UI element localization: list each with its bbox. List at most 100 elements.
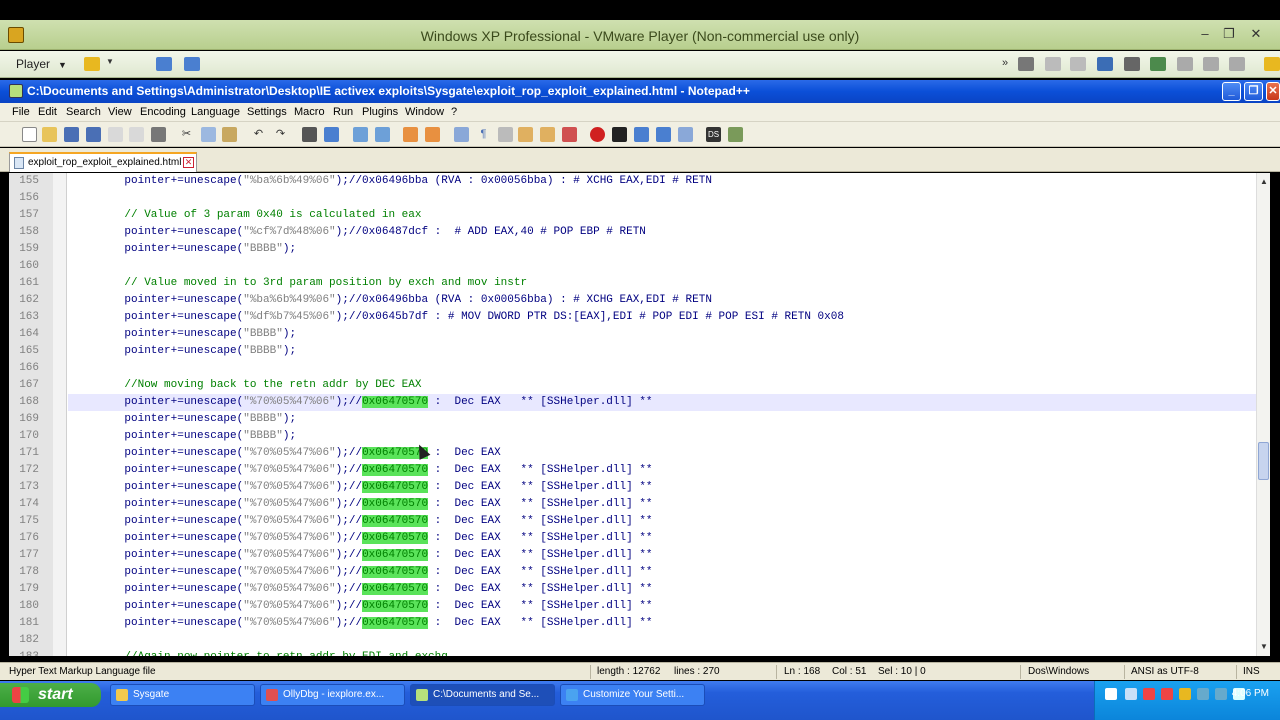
device-floppy-icon[interactable] xyxy=(1070,57,1086,71)
scrollbar-thumb[interactable] xyxy=(1258,442,1269,480)
menu-language[interactable]: Language xyxy=(191,106,240,118)
code-line[interactable]: 163 pointer+=unescape("%df%b7%45%06");//… xyxy=(19,309,1270,326)
code-area[interactable]: 155 pointer+=unescape("%ba%6b%49%06");//… xyxy=(19,173,1270,656)
device-cd-icon[interactable] xyxy=(1045,57,1061,71)
firewall-icon[interactable] xyxy=(1161,688,1173,700)
scroll-up-icon[interactable]: ▲ xyxy=(1257,175,1270,189)
save-all-icon[interactable] xyxy=(86,127,101,142)
code-line[interactable]: 183 //Again now pointer to retn addr by … xyxy=(19,649,1270,656)
menu-settings[interactable]: Settings xyxy=(247,106,287,118)
vm-maximize-icon[interactable]: ❐ xyxy=(1220,26,1238,42)
code-line[interactable]: 178 pointer+=unescape("%70%05%47%06");//… xyxy=(19,564,1270,581)
menu-view[interactable]: View xyxy=(108,106,132,118)
network-icon[interactable] xyxy=(1215,688,1227,700)
menu-plugins[interactable]: Plugins xyxy=(362,106,398,118)
print-icon[interactable] xyxy=(151,127,166,142)
code-line[interactable]: 162 pointer+=unescape("%ba%6b%49%06");//… xyxy=(19,292,1270,309)
indent-guide-icon[interactable] xyxy=(498,127,513,142)
code-line[interactable]: 156 xyxy=(19,190,1270,207)
plugin-icon[interactable] xyxy=(728,127,743,142)
paste-icon[interactable] xyxy=(222,127,237,142)
menu-help[interactable]: ? xyxy=(451,106,457,118)
code-line[interactable]: 176 pointer+=unescape("%70%05%47%06");//… xyxy=(19,530,1270,547)
tab-close-icon[interactable]: ✕ xyxy=(183,157,194,168)
taskbar-button[interactable]: C:\Documents and Se... xyxy=(410,684,555,706)
device-hdd-icon[interactable] xyxy=(1018,57,1034,71)
start-button[interactable]: start xyxy=(0,683,101,707)
record-macro-icon[interactable] xyxy=(590,127,605,142)
function-list-icon[interactable] xyxy=(562,127,577,142)
play-macro-icon[interactable] xyxy=(634,127,649,142)
close-button[interactable]: ✕ xyxy=(1266,82,1280,101)
cut-icon[interactable]: ✂ xyxy=(179,127,194,142)
code-line[interactable]: 167 //Now moving back to the retn addr b… xyxy=(19,377,1270,394)
pause-icon[interactable] xyxy=(84,57,100,71)
menu-file[interactable]: File xyxy=(12,106,30,118)
code-line[interactable]: 165 pointer+=unescape("BBBB"); xyxy=(19,343,1270,360)
unity-icon[interactable] xyxy=(184,57,200,71)
open-file-icon[interactable] xyxy=(42,127,57,142)
code-line[interactable]: 155 pointer+=unescape("%ba%6b%49%06");//… xyxy=(19,173,1270,190)
save-icon[interactable] xyxy=(64,127,79,142)
doc-map-icon[interactable] xyxy=(540,127,555,142)
device-printer-icon[interactable] xyxy=(1124,57,1140,71)
message-log-icon[interactable] xyxy=(1264,57,1280,71)
code-line[interactable]: 160 xyxy=(19,258,1270,275)
device-webcam-icon[interactable] xyxy=(1203,57,1219,71)
tab-exploit-file[interactable]: exploit_rop_exploit_explained.html ✕ xyxy=(9,152,197,172)
scroll-down-icon[interactable]: ▼ xyxy=(1257,640,1270,654)
bluetooth-icon[interactable] xyxy=(1229,57,1245,71)
player-menu-button[interactable]: Player ▼ xyxy=(12,55,71,74)
code-line[interactable]: 158 pointer+=unescape("%cf%7d%48%06");//… xyxy=(19,224,1270,241)
device-sound-icon[interactable] xyxy=(1150,57,1166,71)
sync-vertical-icon[interactable] xyxy=(403,127,418,142)
redo-icon[interactable]: ↷ xyxy=(273,127,288,142)
code-line[interactable]: 181 pointer+=unescape("%70%05%47%06");//… xyxy=(19,615,1270,632)
code-line[interactable]: 170 pointer+=unescape("BBBB"); xyxy=(19,428,1270,445)
vm-close-icon[interactable]: ✕ xyxy=(1247,26,1265,42)
code-line[interactable]: 179 pointer+=unescape("%70%05%47%06");//… xyxy=(19,581,1270,598)
sync-horizontal-icon[interactable] xyxy=(425,127,440,142)
code-line[interactable]: 175 pointer+=unescape("%70%05%47%06");//… xyxy=(19,513,1270,530)
help-icon[interactable] xyxy=(1105,688,1117,700)
replace-icon[interactable] xyxy=(324,127,339,142)
device-network-icon[interactable] xyxy=(1097,57,1113,71)
tray-arrow-icon[interactable] xyxy=(1125,688,1137,700)
minimize-button[interactable]: _ xyxy=(1222,82,1241,101)
vm-minimize-icon[interactable]: – xyxy=(1196,26,1214,42)
user-lang-icon[interactable] xyxy=(518,127,533,142)
code-line[interactable]: 171 pointer+=unescape("%70%05%47%06");//… xyxy=(19,445,1270,462)
save-macro-icon[interactable] xyxy=(678,127,693,142)
code-editor[interactable]: 155 pointer+=unescape("%ba%6b%49%06");//… xyxy=(9,173,1270,656)
code-line[interactable]: 180 pointer+=unescape("%70%05%47%06");//… xyxy=(19,598,1270,615)
security-alert-icon[interactable] xyxy=(1143,688,1155,700)
zoom-in-icon[interactable] xyxy=(353,127,368,142)
code-line[interactable]: 159 pointer+=unescape("BBBB"); xyxy=(19,241,1270,258)
code-line[interactable]: 164 pointer+=unescape("BBBB"); xyxy=(19,326,1270,343)
code-line[interactable]: 177 pointer+=unescape("%70%05%47%06");//… xyxy=(19,547,1270,564)
ds-plugin-icon[interactable]: DS xyxy=(706,127,721,142)
undo-icon[interactable]: ↶ xyxy=(251,127,266,142)
zoom-out-icon[interactable] xyxy=(375,127,390,142)
code-line[interactable]: 172 pointer+=unescape("%70%05%47%06");//… xyxy=(19,462,1270,479)
menu-run[interactable]: Run xyxy=(333,106,353,118)
new-file-icon[interactable] xyxy=(22,127,37,142)
show-all-chars-icon[interactable]: ¶ xyxy=(476,127,491,142)
code-line[interactable]: 157 // Value of 3 param 0x40 is calculat… xyxy=(19,207,1270,224)
taskbar-button[interactable]: Sysgate xyxy=(110,684,255,706)
copy-icon[interactable] xyxy=(201,127,216,142)
sysgate-tray-icon[interactable] xyxy=(1179,688,1191,700)
vertical-scrollbar[interactable]: ▲ ▼ xyxy=(1256,173,1270,656)
find-icon[interactable] xyxy=(302,127,317,142)
code-line[interactable]: 169 pointer+=unescape("BBBB"); xyxy=(19,411,1270,428)
menu-edit[interactable]: Edit xyxy=(38,106,57,118)
word-wrap-icon[interactable] xyxy=(454,127,469,142)
taskbar-button[interactable]: OllyDbg - iexplore.ex... xyxy=(260,684,405,706)
stop-macro-icon[interactable] xyxy=(612,127,627,142)
fullscreen-icon[interactable] xyxy=(156,57,172,71)
menu-search[interactable]: Search xyxy=(66,106,101,118)
pause-dropdown-icon[interactable]: ▼ xyxy=(106,57,114,71)
code-line[interactable]: 161 // Value moved in to 3rd param posit… xyxy=(19,275,1270,292)
menu-encoding[interactable]: Encoding xyxy=(140,106,186,118)
close-all-icon[interactable] xyxy=(129,127,144,142)
